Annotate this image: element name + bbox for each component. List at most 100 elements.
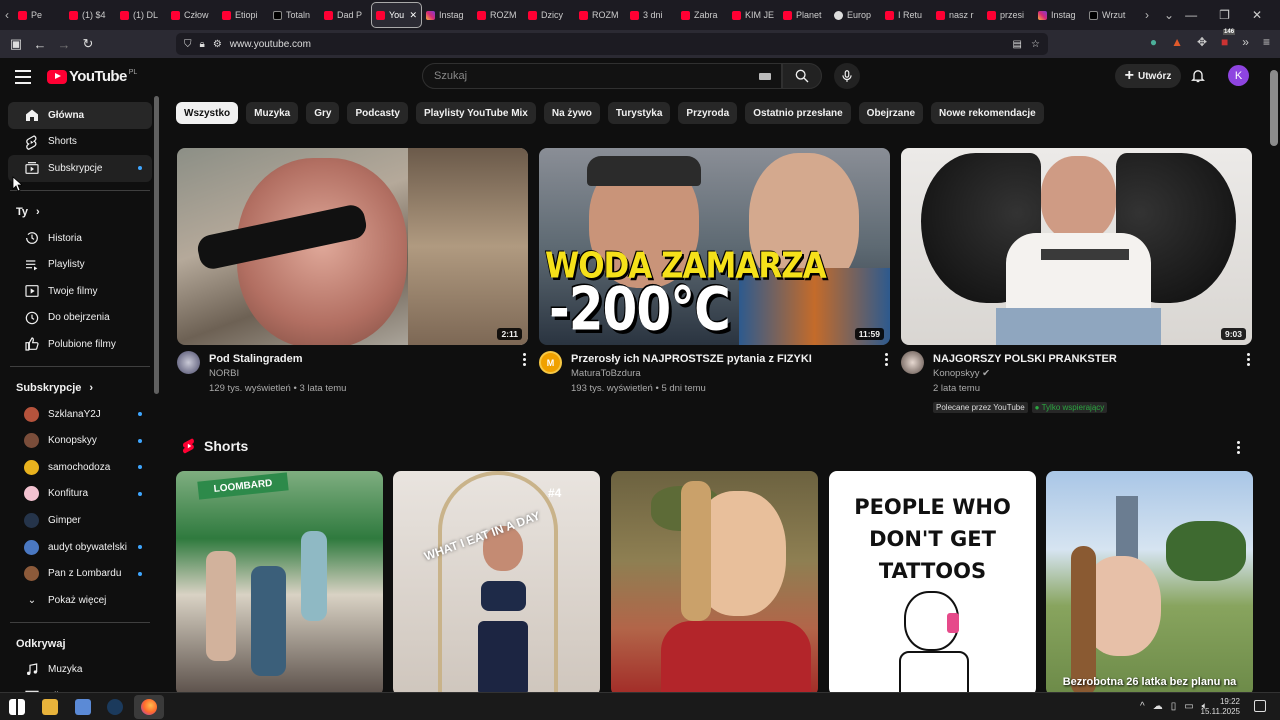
short-card[interactable]: PEOPLE WHO DON'T GET TATTOOS [829, 471, 1036, 696]
close-window-icon[interactable]: ✕ [1252, 8, 1262, 22]
sidebar-subscription-item[interactable]: Konopskyy [8, 427, 152, 454]
file-explorer-icon[interactable] [42, 699, 58, 715]
overflow-menu-icon[interactable]: » [1242, 35, 1249, 49]
browser-tab[interactable]: (1) $4 [65, 2, 116, 28]
sidebar-item[interactable]: Filmy [8, 683, 152, 692]
reader-view-icon[interactable]: ▤ [1013, 39, 1022, 50]
firefox-taskbar-button[interactable] [134, 695, 164, 719]
video-thumbnail[interactable]: 9:03 [901, 148, 1252, 345]
browser-tab[interactable]: (1) DL [116, 2, 167, 28]
search-input[interactable]: Szukaj [422, 63, 782, 89]
steam-icon[interactable] [107, 699, 123, 715]
restore-icon[interactable]: ❐ [1219, 8, 1230, 22]
ublock-icon[interactable]: ■ 146 [1221, 29, 1236, 49]
lock-icon[interactable]: 🔒︎ [200, 39, 205, 50]
browser-tab[interactable]: Pe [14, 2, 65, 28]
short-card[interactable]: Bezrobotna 26 latka bez planu na [1046, 471, 1253, 696]
sidebar-subscription-item[interactable]: samochodoza [8, 454, 152, 481]
shield-icon[interactable]: ⛉ [184, 39, 192, 50]
vpn-extension-icon[interactable]: ● [1150, 35, 1157, 49]
browser-tab[interactable]: You ✕ [371, 2, 422, 28]
video-thumbnail[interactable]: 2:11 [177, 148, 528, 345]
search-button[interactable] [782, 63, 822, 89]
reload-icon[interactable]: ↻ [76, 36, 100, 52]
short-card[interactable] [611, 471, 818, 696]
clock[interactable]: 19:22 15.11.2025 [1201, 697, 1240, 717]
video-thumbnail[interactable]: WODA ZAMARZA -200°C 11:59 [539, 148, 890, 345]
account-avatar[interactable]: K [1228, 65, 1249, 86]
filter-chip[interactable]: Na żywo [543, 102, 600, 124]
video-card[interactable]: 2:11 Pod Stalingradem NORBI 129 tys. wyś… [177, 148, 528, 396]
filter-chip[interactable]: Podcasty [347, 102, 408, 124]
windows-start-icon[interactable] [9, 699, 25, 715]
youtube-logo[interactable]: YouTube PL [47, 68, 137, 85]
extensions-puzzle-icon[interactable]: ✥ [1197, 35, 1207, 49]
sidebar-show-more[interactable]: ⌄ Pokaż więcej [8, 587, 152, 614]
video-channel[interactable]: NORBI [209, 366, 528, 381]
sidebar-item[interactable]: Playlisty [8, 251, 152, 278]
sidebar-you-header[interactable]: Ty › [0, 199, 160, 225]
fox-extension-icon[interactable]: ▲ [1171, 35, 1183, 49]
browser-tab[interactable]: Dzicy [524, 2, 575, 28]
voice-search-button[interactable] [834, 63, 860, 89]
tab-scroll-left-icon[interactable]: ‹ [0, 8, 14, 22]
tab-scroll-right-icon[interactable]: › [1140, 8, 1154, 22]
sidebar-item[interactable]: Historia [8, 225, 152, 252]
menu-hamburger-icon[interactable] [15, 70, 31, 88]
minimize-icon[interactable]: — [1185, 8, 1197, 22]
browser-tab[interactable]: Planet [779, 2, 830, 28]
browser-tab[interactable]: Zabra [677, 2, 728, 28]
channel-avatar[interactable] [177, 351, 200, 374]
browser-tab[interactable]: Instag [1034, 2, 1085, 28]
browser-tab[interactable]: Europ [830, 2, 881, 28]
address-bar[interactable]: ⛉ 🔒︎ ⚙ www.youtube.com ▤ ☆ [176, 33, 1048, 55]
browser-tab[interactable]: Totaln [269, 2, 320, 28]
sidebar-subscription-item[interactable]: SzklanaY2J [8, 401, 152, 428]
browser-tab[interactable]: Instag [422, 2, 473, 28]
browser-tab[interactable]: KIM JE [728, 2, 779, 28]
video-title[interactable]: Przerosły ich NAJPROSTSZE pytania z FIZY… [571, 352, 890, 366]
browser-tab[interactable]: Człow [167, 2, 218, 28]
notifications-button[interactable] [1190, 67, 1206, 89]
browser-tab[interactable]: Dad P [320, 2, 371, 28]
sidebar-subscriptions-header[interactable]: Subskrypcje › [0, 375, 160, 401]
filter-chip[interactable]: Ostatnio przesłane [745, 102, 851, 124]
filter-chip[interactable]: Przyroda [678, 102, 738, 124]
video-card[interactable]: 9:03 NAJGORSZY POLSKI PRANKSTER Konopsky… [901, 148, 1252, 415]
browser-tab[interactable]: ROZM [575, 2, 626, 28]
back-icon[interactable]: ← [28, 37, 52, 52]
more-options-icon[interactable] [1237, 441, 1240, 456]
sidebar-subscription-item[interactable]: Pan z Lombardu [8, 560, 152, 587]
channel-avatar[interactable] [901, 351, 924, 374]
sidebar-subscription-item[interactable]: Konfitura [8, 481, 152, 508]
sidebar-item[interactable]: Shorts [8, 129, 152, 156]
browser-tab[interactable]: nasz r [932, 2, 983, 28]
filter-chip[interactable]: Obejrzane [858, 102, 924, 124]
filter-chip[interactable]: Playlisty YouTube Mix [415, 102, 536, 124]
more-options-icon[interactable] [1247, 353, 1250, 368]
sidebar-item[interactable]: Polubione filmy [8, 331, 152, 358]
browser-tab[interactable]: 3 dni [626, 2, 677, 28]
permissions-icon[interactable]: ⚙ [213, 39, 222, 50]
browser-tab[interactable]: ROZM [473, 2, 524, 28]
video-title[interactable]: Pod Stalingradem [209, 352, 528, 366]
short-card[interactable]: WHAT I EAT IN A DAY #4 [393, 471, 600, 696]
notifications-icon[interactable] [1254, 700, 1266, 712]
sidebar-item[interactable]: Do obejrzenia [8, 305, 152, 332]
sidebar-scrollbar[interactable] [154, 96, 159, 394]
network-icon[interactable]: ▭ [1184, 701, 1193, 712]
video-title[interactable]: NAJGORSZY POLSKI PRANKSTER [933, 352, 1252, 366]
short-card[interactable]: LOOMBARD [176, 471, 383, 696]
keyboard-icon[interactable] [759, 73, 771, 80]
more-options-icon[interactable] [885, 353, 888, 368]
video-channel[interactable]: Konopskyy ✔ [933, 366, 1252, 381]
sidebar-toggle-icon[interactable]: ▣ [4, 36, 28, 52]
filter-chip[interactable]: Turystyka [607, 102, 671, 124]
sidebar-subscription-item[interactable]: audyt obywatelski [8, 534, 152, 561]
sidebar-item[interactable]: Subskrypcje [8, 155, 152, 182]
channel-avatar[interactable]: M [539, 351, 562, 374]
sidebar-item[interactable]: Twoje filmy [8, 278, 152, 305]
video-channel[interactable]: MaturaToBzdura [571, 366, 890, 381]
sidebar-item[interactable]: Główna [8, 102, 152, 129]
tray-chevron-icon[interactable]: ^ [1140, 701, 1145, 712]
